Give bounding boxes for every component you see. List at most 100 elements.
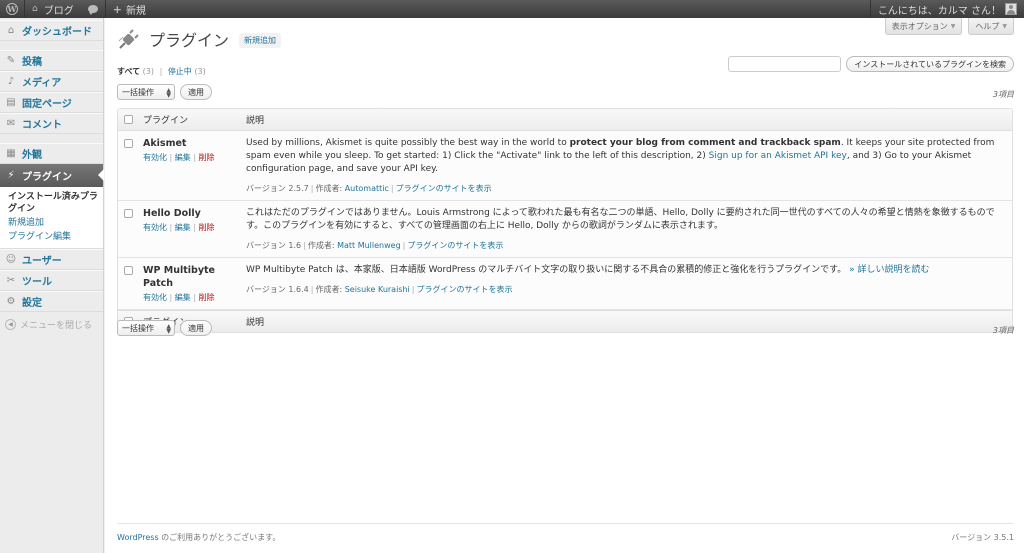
plugin-name: Akismet: [143, 138, 187, 149]
site-name-label: ブログ: [43, 5, 74, 17]
plugin-description: Used by millions, Akismet is quite possi…: [246, 138, 995, 174]
appearance-icon: ▦: [6, 148, 16, 159]
activate-link[interactable]: 有効化: [143, 223, 167, 232]
read-more-link[interactable]: » 詳しい説明を読む: [849, 265, 929, 275]
status-filter-links: すべて (3) | 停止中 (3): [117, 66, 206, 77]
screen-options-label: 表示オプション: [891, 21, 948, 31]
sidebar-item-media[interactable]: ♪ メディア: [0, 71, 103, 92]
posts-icon: ✎: [6, 55, 16, 66]
edit-link[interactable]: 編集: [175, 153, 191, 162]
filter-all-link[interactable]: すべて: [117, 67, 140, 76]
screen-meta-tabs: 表示オプション ▼ ヘルプ ▼: [879, 18, 1024, 35]
screen-options-tab[interactable]: 表示オプション ▼: [884, 18, 963, 35]
collapse-menu-label: メニューを閉じる: [20, 321, 93, 331]
plugin-site-link[interactable]: プラグインのサイトを表示: [407, 241, 503, 250]
plugin-version: 2.5.7: [288, 184, 309, 193]
row-checkbox[interactable]: [124, 209, 133, 218]
row-checkbox[interactable]: [124, 139, 133, 148]
bulk-action-select[interactable]: 一括操作 ▲ ▼: [117, 84, 175, 100]
avatar: [1005, 3, 1017, 15]
edit-link[interactable]: 編集: [175, 223, 191, 232]
plugin-description-cell: これはただのプラグインではありません。Louis Armstrong によって歌…: [242, 201, 1012, 258]
sidebar-item-label: ツール: [22, 277, 52, 288]
row-checkbox-cell: [118, 131, 139, 201]
delete-link[interactable]: 削除: [199, 223, 215, 232]
sidebar-item-comments[interactable]: ✉ コメント: [0, 113, 103, 134]
plugin-search-input[interactable]: [728, 56, 842, 72]
filter-inactive-link[interactable]: 停止中: [168, 67, 192, 76]
sidebar-item-tools[interactable]: ✂ ツール: [0, 270, 103, 291]
row-actions: 有効化 | 編集 | 削除: [143, 153, 215, 162]
row-checkbox[interactable]: [124, 266, 133, 275]
triangle-down-icon: ▼: [950, 22, 956, 30]
apply-button-bottom[interactable]: 適用: [180, 320, 212, 336]
plugin-site-link[interactable]: プラグインのサイトを表示: [416, 285, 512, 294]
sidebar-item-dashboard[interactable]: ⌂ ダッシュボード: [0, 20, 103, 41]
plus-icon: +: [112, 2, 122, 16]
apply-button[interactable]: 適用: [180, 84, 212, 100]
submenu-plugin-editor[interactable]: プラグイン編集: [8, 230, 103, 244]
table-row: Akismet 有効化 | 編集 | 削除 Used by millions, …: [118, 131, 1012, 201]
plugin-name: Hello Dolly: [143, 208, 201, 219]
collapse-menu-button[interactable]: ◀ メニューを閉じる: [0, 318, 103, 331]
tablenav-bottom: 一括操作 ▲ ▼ 適用: [117, 320, 212, 336]
akismet-signup-link[interactable]: Sign up for an Akismet API key: [709, 151, 847, 161]
plugin-meta: バージョン 2.5.7 | 作成者: Automattic | プラグインのサイトを表示: [246, 184, 492, 193]
my-account-menu[interactable]: こんにちは、カルマ さん！: [871, 0, 1024, 18]
submenu-add-new[interactable]: 新規追加: [8, 216, 103, 230]
plugin-version: 1.6: [288, 241, 302, 250]
sidebar-item-label: ユーザー: [22, 256, 62, 267]
sidebar-item-label: 投稿: [22, 57, 42, 68]
sidebar-item-plugins[interactable]: ⚡ プラグイン: [0, 164, 104, 187]
plugin-meta: バージョン 1.6 | 作成者: Matt Mullenweg | プラグインのサイトを…: [246, 241, 504, 250]
plugins-icon: ⚡: [7, 170, 15, 181]
search-plugins-button[interactable]: インストールされているプラグインを検索: [846, 56, 1014, 72]
plugins-submenu: インストール済みプラグイン 新規追加 プラグイン編集: [0, 187, 103, 249]
sidebar-item-users[interactable]: ☺ ユーザー: [0, 249, 103, 270]
sidebar-item-settings[interactable]: ⚙ 設定: [0, 291, 103, 312]
column-header-description: 説明: [242, 109, 1012, 131]
plugin-site-link[interactable]: プラグインのサイトを表示: [396, 184, 492, 193]
sidebar-item-posts[interactable]: ✎ 投稿: [0, 50, 103, 71]
wordpress-logo-icon: W: [6, 3, 18, 15]
users-icon: ☺: [5, 254, 17, 265]
edit-link[interactable]: 編集: [175, 293, 191, 302]
site-name-link[interactable]: ⌂ ブログ: [25, 0, 81, 18]
select-all-checkbox[interactable]: [124, 114, 133, 124]
help-tab[interactable]: ヘルプ ▼: [968, 18, 1014, 35]
delete-link[interactable]: 削除: [199, 293, 215, 302]
delete-link[interactable]: 削除: [199, 153, 215, 162]
sidebar-item-label: 設定: [22, 298, 42, 309]
select-arrows-icon: ▲ ▼: [166, 87, 171, 99]
plugin-name: WP Multibyte Patch: [143, 265, 215, 289]
plugin-title-cell: WP Multibyte Patch 有効化 | 編集 | 削除: [139, 258, 242, 310]
table-row: Hello Dolly 有効化 | 編集 | 削除 これはただのプラグインではあ…: [118, 201, 1012, 258]
admin-sidebar: ⌂ ダッシュボード ✎ 投稿 ♪ メディア ▤ 固定ページ ✉ コメント ▦ 外…: [0, 18, 104, 553]
plugin-version: 1.6.4: [288, 285, 309, 294]
submenu-installed-plugins[interactable]: インストール済みプラグイン: [8, 190, 103, 216]
help-label: ヘルプ: [975, 21, 1000, 31]
add-new-plugin-button[interactable]: 新規追加: [239, 33, 282, 48]
activate-link[interactable]: 有効化: [143, 293, 167, 302]
sidebar-item-pages[interactable]: ▤ 固定ページ: [0, 92, 103, 113]
plugin-author-link[interactable]: Automattic: [345, 184, 389, 193]
items-count-bottom: 3項目: [992, 326, 1014, 335]
activate-link[interactable]: 有効化: [143, 153, 167, 162]
page-title: プラグイン: [149, 31, 230, 50]
triangle-down-icon: ▼: [1002, 22, 1007, 30]
comments-link[interactable]: [81, 0, 105, 18]
wordpress-link[interactable]: WordPress: [117, 533, 159, 542]
items-count: 3項目: [992, 90, 1014, 99]
bulk-action-select-bottom[interactable]: 一括操作 ▲ ▼: [117, 320, 175, 336]
new-content-menu[interactable]: + 新規: [106, 0, 153, 18]
sidebar-item-appearance[interactable]: ▦ 外観: [0, 143, 103, 164]
page-header: プラグイン 新規追加: [117, 27, 282, 51]
dashboard-icon: ⌂: [7, 25, 15, 36]
filter-all-count: (3): [142, 67, 155, 76]
wordpress-logo-menu[interactable]: W: [0, 0, 24, 18]
plugin-meta: バージョン 1.6.4 | 作成者: Seisuke Kuraishi | プラグインの…: [246, 285, 513, 294]
tablenav-top: 一括操作 ▲ ▼ 適用: [117, 84, 212, 100]
plugin-author-link[interactable]: Matt Mullenweg: [337, 241, 401, 250]
plugin-author-link[interactable]: Seisuke Kuraishi: [345, 285, 410, 294]
footer-version: バージョン 3.5.1: [951, 533, 1014, 542]
